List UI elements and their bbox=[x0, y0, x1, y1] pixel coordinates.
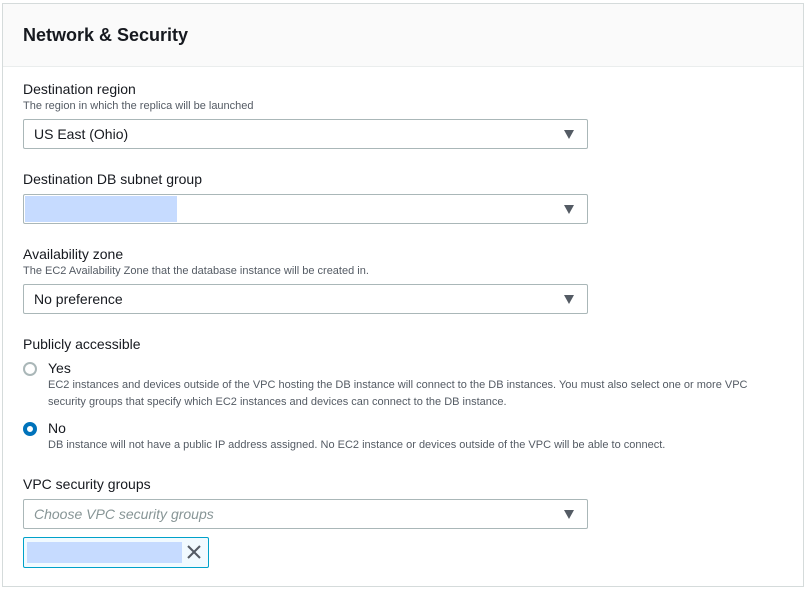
radio-yes-label[interactable]: Yes bbox=[48, 360, 71, 376]
vpc-security-groups-label: VPC security groups bbox=[23, 476, 151, 492]
caret-down-icon bbox=[564, 130, 574, 139]
radio-yes[interactable] bbox=[23, 362, 37, 376]
security-group-token bbox=[23, 537, 209, 568]
radio-no-description: DB instance will not have a public IP ad… bbox=[48, 439, 666, 451]
destination-subnet-select[interactable] bbox=[23, 194, 588, 224]
availability-zone-label: Availability zone bbox=[23, 246, 124, 262]
destination-region-description: The region in which the replica will be … bbox=[23, 100, 254, 112]
publicly-accessible-label: Publicly accessible bbox=[23, 336, 141, 352]
vpc-security-groups-select[interactable]: Choose VPC security groups bbox=[23, 499, 588, 529]
redacted-security-group bbox=[27, 542, 182, 563]
radio-no-label[interactable]: No bbox=[48, 420, 66, 436]
caret-down-icon bbox=[564, 295, 574, 304]
availability-zone-value: No preference bbox=[34, 291, 123, 307]
redacted-subnet-value bbox=[25, 196, 177, 222]
network-security-panel: Network & Security Destination region Th… bbox=[2, 3, 804, 587]
availability-zone-description: The EC2 Availability Zone that the datab… bbox=[23, 265, 369, 277]
destination-region-select[interactable]: US East (Ohio) bbox=[23, 119, 588, 149]
close-icon[interactable] bbox=[184, 542, 204, 562]
caret-down-icon bbox=[564, 205, 574, 214]
radio-yes-description: EC2 instances and devices outside of the… bbox=[48, 379, 748, 408]
vpc-security-groups-placeholder: Choose VPC security groups bbox=[34, 506, 214, 522]
availability-zone-select[interactable]: No preference bbox=[23, 284, 588, 314]
radio-no[interactable] bbox=[23, 422, 37, 436]
destination-region-value: US East (Ohio) bbox=[34, 126, 129, 142]
destination-subnet-label: Destination DB subnet group bbox=[23, 171, 202, 187]
destination-region-label: Destination region bbox=[23, 81, 136, 97]
caret-down-icon bbox=[564, 510, 574, 519]
panel-title: Network & Security bbox=[23, 25, 189, 45]
